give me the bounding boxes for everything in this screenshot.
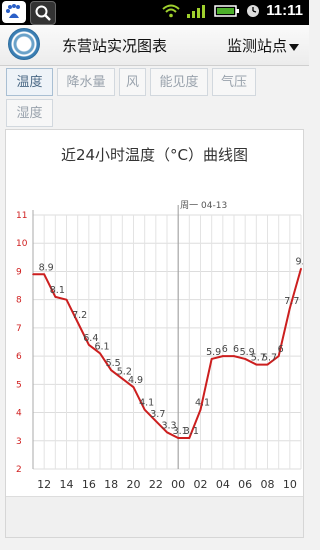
x-tick-label: 04 (216, 478, 230, 491)
data-point (233, 355, 235, 357)
x-tick-label: 00 (171, 478, 185, 491)
baidu-app-icon[interactable] (2, 1, 26, 23)
x-tick-label: 06 (238, 478, 252, 491)
chart-panel: 近24小时温度（°C）曲线图 2 3 4 5 6 7 8 9 10 11 周一 04-13 12 14 1… (5, 129, 304, 538)
data-point (244, 358, 246, 360)
data-label: 7.7 (284, 296, 299, 307)
data-point (121, 377, 124, 380)
app-header: 东营站实况图表 监测站点 (0, 25, 309, 66)
temperature-line-chart: 2 3 4 5 6 7 8 9 10 11 周一 04-13 12 14 16 18 20 22 00 02 04 06… (16, 200, 303, 491)
data-point (266, 363, 269, 366)
caret-down-icon (289, 43, 299, 51)
data-point (132, 386, 135, 388)
data-point (76, 321, 79, 324)
y-tick-label: 5 (16, 380, 22, 390)
tab-visibility[interactable]: 能见度 (150, 68, 208, 96)
y-tick-label: 4 (16, 409, 22, 419)
x-tick-label: 14 (60, 478, 74, 491)
tab-wind[interactable]: 风 (119, 68, 146, 96)
data-point (65, 298, 68, 301)
data-point (54, 296, 57, 298)
data-label: 4.1 (195, 398, 210, 409)
data-point (43, 273, 45, 276)
data-point (277, 355, 280, 357)
x-tick-label: 10 (283, 478, 297, 491)
data-label: 7.2 (72, 310, 87, 321)
signal-icon (187, 4, 206, 18)
data-label: 6.1 (94, 341, 109, 352)
weather-logo-icon (8, 28, 40, 60)
page-title: 东营站实况图表 (62, 37, 168, 55)
data-label: 4.9 (128, 375, 143, 386)
tab-humidity[interactable]: 湿度 (6, 99, 53, 127)
data-point (222, 355, 224, 357)
tab-temperature[interactable]: 温度 (6, 68, 53, 96)
data-label: 6 (278, 344, 284, 355)
x-tick-label: 02 (194, 478, 208, 491)
data-point (289, 307, 291, 309)
data-label: 6 (233, 344, 239, 355)
tab-pressure[interactable]: 气压 (212, 68, 256, 96)
search-icon[interactable] (30, 1, 56, 25)
y-tick-label: 2 (16, 465, 22, 475)
data-point (177, 437, 179, 439)
data-label: 9.1 (295, 257, 303, 268)
data-label: 5.9 (206, 347, 221, 358)
data-point (32, 273, 34, 276)
clock-icon (247, 4, 260, 17)
y-tick-label: 10 (16, 239, 28, 249)
data-point (255, 363, 258, 366)
data-label: 8.9 (39, 262, 54, 273)
wifi-icon (162, 4, 180, 17)
tab-precipitation[interactable]: 降水量 (57, 68, 115, 96)
data-label: 6 (222, 344, 228, 355)
x-tick-label: 22 (149, 478, 163, 491)
date-marker-label: 周一 04-13 (180, 200, 227, 211)
x-tick-label: 18 (104, 478, 118, 491)
y-tick-label: 7 (16, 324, 22, 334)
y-tick-label: 3 (16, 437, 22, 447)
x-tick-label: 20 (127, 478, 141, 491)
data-point (210, 358, 213, 360)
y-tick-label: 6 (16, 352, 22, 362)
data-point (155, 420, 157, 422)
y-tick-label: 8 (16, 296, 22, 306)
station-select-label: 监测站点 (226, 37, 287, 55)
battery-icon (214, 4, 240, 17)
data-point (99, 352, 101, 355)
x-tick-label: 16 (82, 478, 96, 491)
data-label: 3.7 (150, 409, 165, 420)
data-point (199, 408, 202, 411)
data-point (143, 408, 146, 411)
data-label: 5.7 (262, 353, 277, 364)
status-bar: 11:11 (0, 0, 309, 25)
y-tick-label: 9 (16, 267, 22, 277)
status-time: 11:11 (266, 2, 303, 19)
y-tick-label: 11 (16, 211, 27, 221)
data-point (300, 267, 302, 270)
data-label: 8.1 (50, 285, 65, 296)
data-label: 3.1 (184, 426, 199, 437)
x-tick-label: 12 (37, 478, 51, 491)
metric-tabs: 温度 降水量 风 能见度 气压 湿度 (6, 68, 256, 128)
data-point (110, 369, 112, 372)
panel-footer (6, 496, 303, 537)
data-point (88, 344, 90, 346)
data-point (188, 437, 191, 439)
data-point (166, 431, 168, 434)
data-label: 4.1 (139, 398, 154, 409)
x-tick-label: 08 (261, 478, 275, 491)
station-select-button[interactable]: 监测站点 (227, 35, 299, 56)
